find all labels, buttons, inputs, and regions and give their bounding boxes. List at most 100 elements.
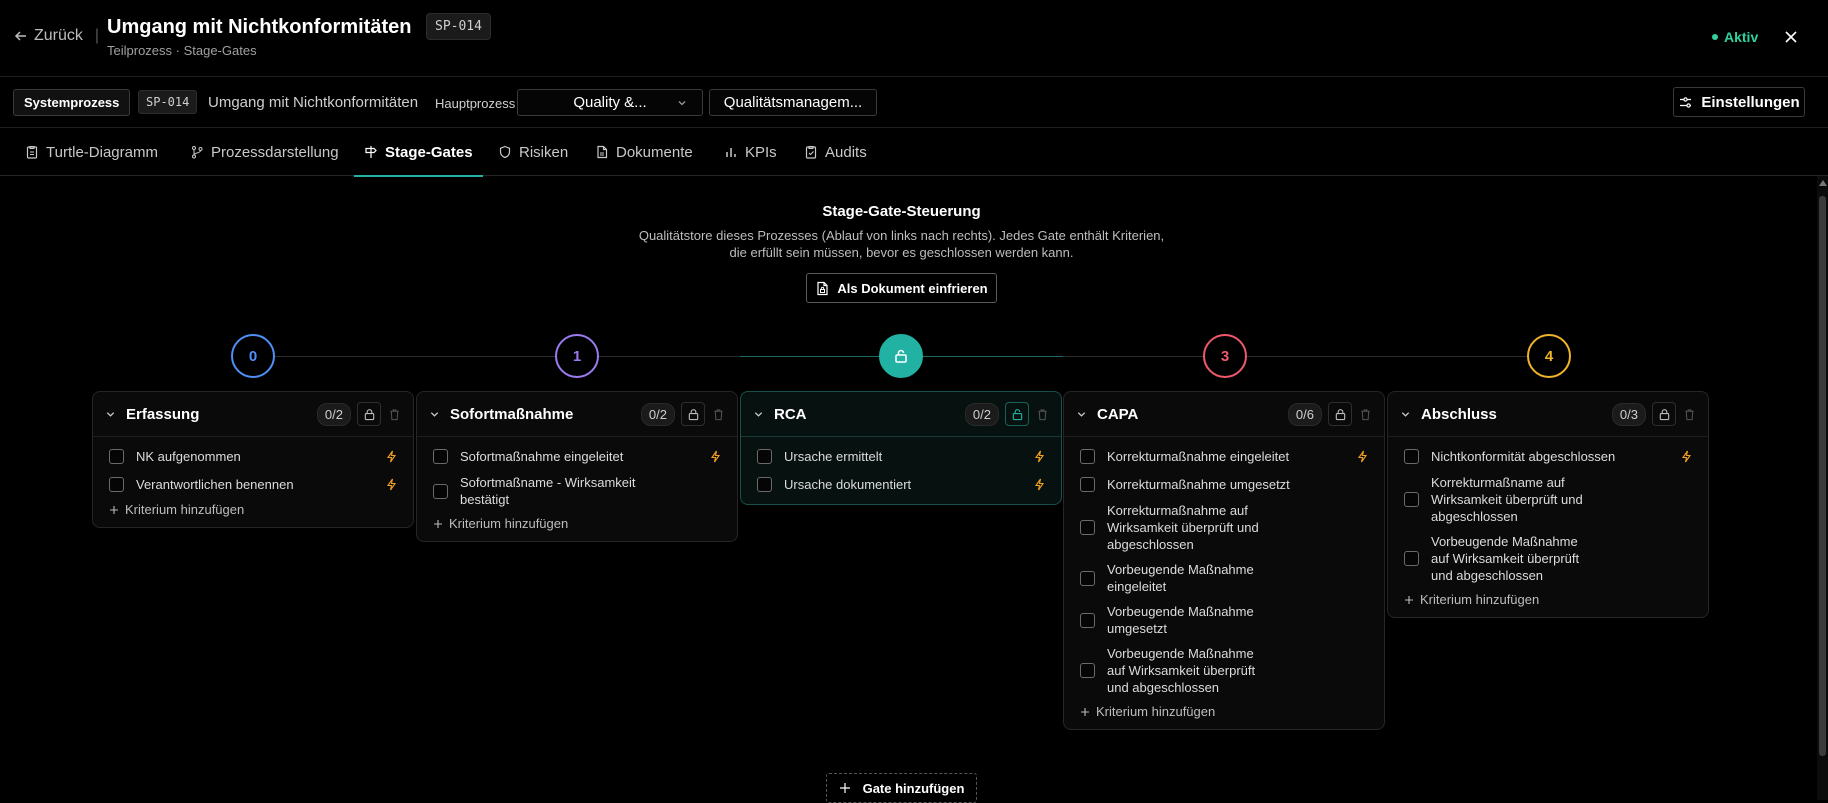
tab-audits[interactable]: Audits [804, 128, 867, 176]
sliders-icon [1680, 96, 1692, 108]
status-badge: Aktiv [1712, 29, 1758, 45]
main-process-label: Hauptprozess [435, 96, 516, 111]
criterion-checkbox[interactable] [433, 483, 448, 499]
gate-node-3[interactable]: 3 [1203, 334, 1247, 378]
criterion-item: Korrekturmaßnahme umgesetzt [1080, 474, 1370, 494]
criterion-checkbox[interactable] [109, 448, 124, 464]
delete-gate-button[interactable] [385, 402, 403, 426]
lightning-icon[interactable] [1354, 450, 1370, 463]
gate-header[interactable]: RCA 0/2 [741, 392, 1061, 437]
gate-card-capa: CAPA 0/6 Korrekturmaßnahme eingeleitet K… [1063, 391, 1385, 730]
criterion-checkbox[interactable] [1404, 448, 1419, 464]
add-criterion-label: Kriterium hinzufügen [1420, 592, 1540, 607]
tab-turtle-diagramm[interactable]: Turtle-Diagramm [25, 128, 158, 176]
criterion-checkbox[interactable] [1080, 663, 1095, 678]
delete-gate-button[interactable] [1680, 402, 1698, 426]
tab-kpis[interactable]: KPIs [724, 128, 777, 176]
tab-dokumente[interactable]: Dokumente [595, 128, 693, 176]
lock-gate-button[interactable] [1652, 402, 1676, 426]
criterion-text: Vorbeugende Maßnahme umgesetzt [1107, 604, 1254, 636]
criterion-text: Vorbeugende Maßnahme auf Wirksamkeit übe… [1107, 646, 1256, 695]
main-process-select[interactable]: Quality &... [517, 89, 703, 116]
gate-node-4[interactable]: 4 [1527, 334, 1571, 378]
plus-icon [110, 505, 118, 514]
scroll-up-icon[interactable] [1819, 180, 1827, 186]
section-description: Qualitätstore dieses Prozesses (Ablauf v… [638, 228, 1165, 260]
vertical-scrollbar[interactable] [1817, 176, 1828, 800]
lightning-icon[interactable] [1031, 450, 1047, 463]
gate-header[interactable]: CAPA 0/6 [1064, 392, 1384, 437]
add-gate-button[interactable]: Gate hinzufügen [826, 773, 977, 803]
lightning-icon[interactable] [1678, 450, 1694, 463]
lightning-icon[interactable] [1031, 478, 1047, 491]
criterion-checkbox[interactable] [1080, 448, 1095, 464]
back-button[interactable]: Zurück | [14, 27, 99, 45]
process-info-bar: Systemprozess SP-014 Umgang mit Nichtkon… [0, 77, 1828, 128]
criterion-item: Ursache ermittelt [757, 446, 1047, 466]
gate-node-1[interactable]: 1 [555, 334, 599, 378]
second-process-button[interactable]: Qualitätsmanagem... [709, 89, 877, 116]
freeze-label: Als Dokument einfrieren [837, 280, 988, 296]
tab-stage-gates[interactable]: Stage-Gates [354, 128, 483, 177]
trash-icon [713, 408, 723, 420]
criterion-checkbox[interactable] [1080, 612, 1095, 628]
gate-header[interactable]: Abschluss 0/3 [1388, 392, 1708, 437]
lock-gate-button[interactable] [1328, 402, 1352, 426]
gate-node-0[interactable]: 0 [231, 334, 275, 378]
file-lock-icon [817, 281, 828, 295]
settings-button[interactable]: Einstellungen [1673, 87, 1805, 117]
lock-gate-button[interactable] [681, 402, 705, 426]
trash-icon [1037, 408, 1047, 420]
criterion-checkbox[interactable] [1080, 476, 1095, 492]
criterion-checkbox[interactable] [1080, 520, 1095, 535]
signpost-icon [365, 146, 377, 158]
gate-header[interactable]: Erfassung 0/2 [93, 392, 413, 437]
criterion-text: Sofortmaßname - Wirksamkeit bestätigt [460, 475, 636, 507]
delete-gate-button[interactable] [709, 402, 727, 426]
gate-name: Erfassung [126, 405, 200, 423]
criterion-checkbox[interactable] [1404, 551, 1419, 566]
gate-header[interactable]: Sofortmaßnahme 0/2 [417, 392, 737, 437]
add-criterion-button[interactable]: Kriterium hinzufügen [1080, 704, 1370, 719]
tab-label: Stage-Gates [385, 143, 473, 161]
tab-risiken[interactable]: Risiken [498, 128, 568, 176]
add-criterion-label: Kriterium hinzufügen [1096, 704, 1216, 719]
criterion-checkbox[interactable] [1080, 570, 1095, 586]
close-button[interactable] [1778, 24, 1804, 50]
plus-icon [1405, 595, 1413, 604]
criterion-text: Vorbeugende Maßnahme auf Wirksamkeit übe… [1431, 534, 1580, 583]
document-icon [597, 145, 608, 159]
add-criterion-button[interactable]: Kriterium hinzufügen [109, 502, 399, 517]
add-criterion-button[interactable]: Kriterium hinzufügen [1404, 592, 1694, 607]
freeze-as-document-button[interactable]: Als Dokument einfrieren [806, 273, 997, 303]
criterion-item: Vorbeugende Maßnahme eingeleitet [1080, 561, 1370, 595]
lightning-icon[interactable] [383, 478, 399, 491]
tab-label: Prozessdarstellung [211, 143, 339, 161]
scrollbar-thumb[interactable] [1819, 196, 1826, 756]
criterion-checkbox[interactable] [109, 476, 124, 492]
tab-prozessdarstellung[interactable]: Prozessdarstellung [190, 128, 339, 176]
criterion-text: Verantwortlichen benennen [136, 476, 294, 492]
criterion-checkbox[interactable] [1404, 492, 1419, 507]
criterion-text: Sofortmaßnahme eingeleitet [460, 448, 624, 464]
timeline-connector [1063, 356, 1224, 357]
lock-gate-button[interactable] [357, 402, 381, 426]
delete-gate-button[interactable] [1033, 402, 1051, 426]
page-title: Umgang mit Nichtkonformitäten [107, 16, 412, 38]
lightning-icon[interactable] [383, 450, 399, 463]
add-criterion-button[interactable]: Kriterium hinzufügen [433, 516, 723, 531]
section-title: Stage-Gate-Steuerung [822, 203, 981, 220]
criterion-checkbox[interactable] [757, 448, 772, 464]
delete-gate-button[interactable] [1356, 402, 1374, 426]
criterion-checkbox[interactable] [433, 448, 448, 464]
gate-node-rca[interactable] [879, 334, 923, 378]
plus-icon [434, 519, 442, 528]
criterion-item: Ursache dokumentiert [757, 474, 1047, 494]
criterion-item: Verantwortlichen benennen [109, 474, 399, 494]
gate-criteria-list: Nichtkonformität abgeschlossen Korrektur… [1388, 437, 1708, 617]
unlock-gate-button[interactable] [1005, 402, 1029, 426]
gate-criteria-list: Sofortmaßnahme eingeleitet Sofortmaßname… [417, 437, 737, 541]
criterion-checkbox[interactable] [757, 476, 772, 492]
criterion-item: Sofortmaßnahme eingeleitet [433, 446, 723, 466]
lightning-icon[interactable] [707, 450, 723, 463]
